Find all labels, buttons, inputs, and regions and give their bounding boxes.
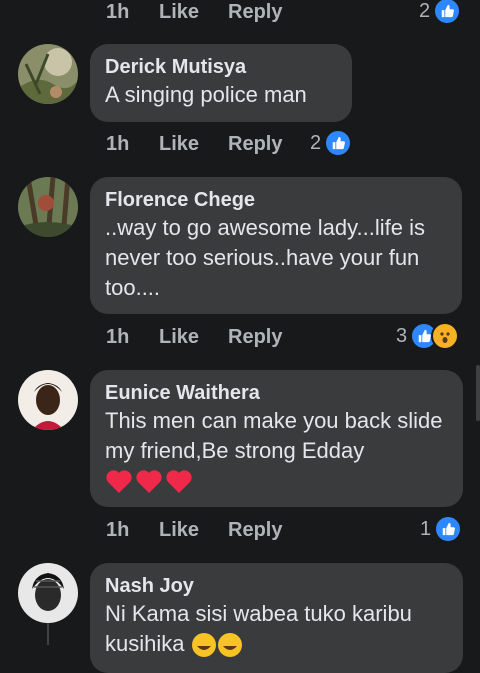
timestamp[interactable]: 1h — [106, 133, 159, 156]
like-icon — [324, 129, 353, 157]
comment-text: This men can make you back slide my frie… — [105, 408, 443, 463]
reaction-count: 3 — [396, 324, 408, 347]
commenter-name[interactable]: Derick Mutisya — [105, 54, 336, 80]
reaction-count: 2 — [310, 131, 322, 154]
reaction-summary[interactable]: 2 — [419, 0, 462, 25]
avatar[interactable] — [18, 177, 78, 237]
thread-line — [47, 623, 49, 645]
scrollbar[interactable] — [476, 365, 480, 421]
like-link[interactable]: Like — [159, 519, 228, 542]
comment-bubble: Derick Mutisya A singing police man — [90, 44, 352, 122]
avatar[interactable] — [18, 44, 78, 104]
reaction-count: 2 — [419, 0, 431, 22]
like-link[interactable]: Like — [159, 1, 228, 24]
reaction-count: 1 — [420, 517, 432, 540]
timestamp[interactable]: 1h — [106, 326, 159, 349]
comment-text-content: Ni Kama sisi wabea tuko karibu kusihika — [105, 601, 412, 656]
comment-actions: 1h Like Reply — [106, 130, 466, 158]
reaction-summary[interactable]: 3 — [396, 322, 460, 350]
reply-link[interactable]: Reply — [228, 1, 298, 24]
comment-bubble: Eunice Waithera This men can make you ba… — [90, 370, 463, 507]
reaction-summary[interactable]: 1 — [420, 515, 463, 543]
heart-emoji — [136, 470, 162, 493]
wow-icon — [431, 322, 460, 350]
avatar[interactable] — [18, 370, 78, 430]
laughing-emoji — [217, 633, 242, 658]
commenter-name[interactable]: Florence Chege — [105, 187, 446, 213]
like-link[interactable]: Like — [159, 326, 228, 349]
heart-emoji — [166, 470, 192, 493]
emoji-row — [105, 468, 447, 494]
laughing-emoji — [191, 633, 216, 658]
comment-actions: 1h Like Reply — [106, 516, 466, 544]
reaction-summary[interactable]: 2 — [310, 129, 353, 157]
comment-text: A singing police man — [105, 82, 307, 107]
like-link[interactable]: Like — [159, 133, 228, 156]
like-icon — [433, 0, 462, 25]
timestamp[interactable]: 1h — [106, 1, 159, 24]
reply-link[interactable]: Reply — [228, 326, 298, 349]
avatar[interactable] — [18, 563, 78, 623]
comment-text: Ni Kama sisi wabea tuko karibu kusihika — [105, 599, 447, 659]
comment-bubble: Nash Joy Ni Kama sisi wabea tuko karibu … — [90, 563, 463, 673]
reply-link[interactable]: Reply — [228, 519, 298, 542]
timestamp[interactable]: 1h — [106, 519, 159, 542]
commenter-name[interactable]: Eunice Waithera — [105, 380, 447, 406]
reply-link[interactable]: Reply — [228, 133, 298, 156]
like-icon — [434, 515, 463, 543]
comment-text: ..way to go awesome lady...life is never… — [105, 215, 425, 300]
comment-actions-top: 1h Like Reply — [106, 0, 466, 26]
heart-emoji — [106, 470, 132, 493]
commenter-name[interactable]: Nash Joy — [105, 573, 447, 599]
comment-bubble: Florence Chege ..way to go awesome lady.… — [90, 177, 462, 314]
